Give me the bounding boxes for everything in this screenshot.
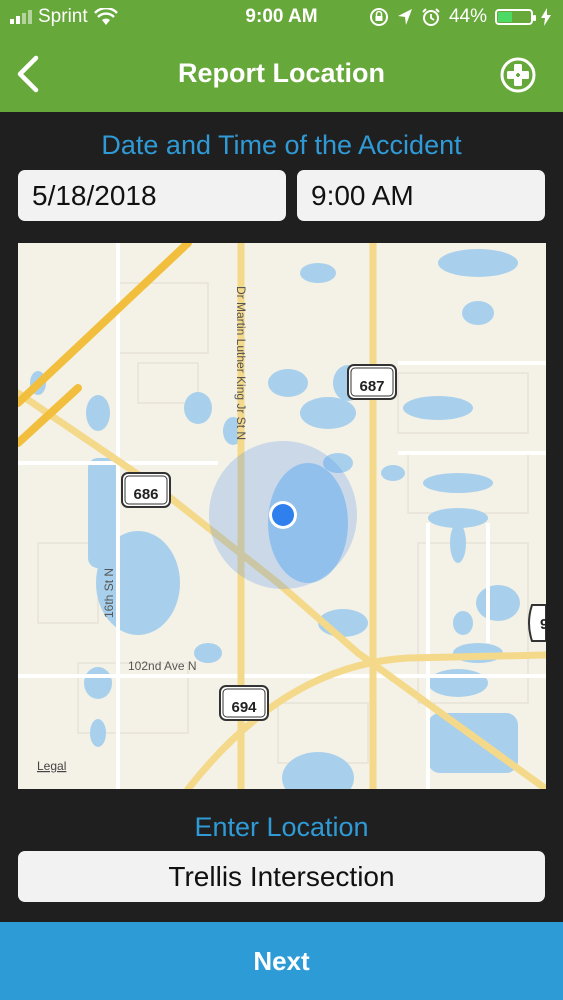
street-label-16th: 16th St N [102,568,116,618]
map-canvas: 687 686 694 9 Dr Martin Luther King Jr S… [18,243,546,789]
nav-bar: Report Location [0,36,563,112]
map-legal-link[interactable]: Legal [37,759,66,773]
shield-label-694: 694 [231,699,257,716]
time-field[interactable]: 9:00 AM [297,170,545,221]
shield-label-9: 9 [540,616,546,633]
road-shield-694: 694 [219,685,269,721]
charging-icon [541,8,551,26]
date-time-label: Date and Time of the Accident [101,130,462,160]
status-right: 44% [369,6,551,28]
enter-location-label: Enter Location [194,812,369,842]
battery-percent: 44% [448,6,487,27]
map-view[interactable]: 687 686 694 9 Dr Martin Luther King Jr S… [18,243,546,789]
road-shield-687: 687 [347,364,397,400]
alarm-icon [422,8,440,26]
road-shield-9: 9 [528,604,546,642]
date-field[interactable]: 5/18/2018 [18,170,286,221]
page-title: Report Location [178,58,385,88]
location-input[interactable]: Trellis Intersection [18,851,545,902]
street-label-102nd: 102nd Ave N [128,659,197,673]
battery-icon [495,9,536,25]
road-shield-686: 686 [121,472,171,508]
shield-label-686: 686 [133,486,158,503]
lock-rotation-icon [369,8,388,26]
location-arrow-icon [397,9,412,25]
street-label-mlk: Dr Martin Luther King Jr St N [234,286,248,440]
status-bar: Sprint 9:00 AM 44% [0,0,563,36]
add-medical-icon[interactable] [499,56,537,94]
shield-label-687: 687 [359,378,384,395]
next-button[interactable]: Next [0,922,563,1000]
